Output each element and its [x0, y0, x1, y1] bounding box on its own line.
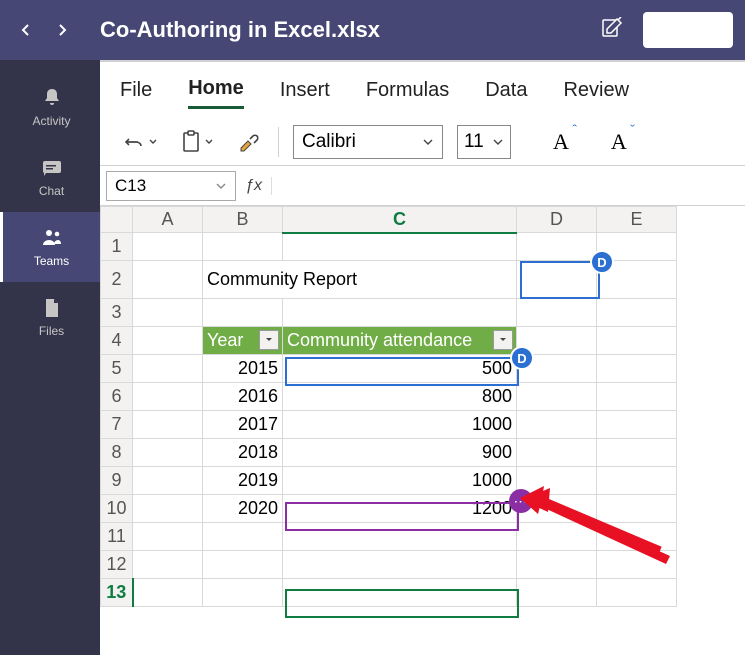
row-header[interactable]: 2 [101, 261, 133, 299]
tab-insert[interactable]: Insert [280, 73, 330, 108]
undo-button[interactable] [120, 127, 162, 157]
cell[interactable]: 1200 [283, 495, 517, 523]
col-header-d[interactable]: D [517, 207, 597, 233]
cell[interactable]: 2018 [203, 439, 283, 467]
row-header[interactable]: 11 [101, 523, 133, 551]
rail-files[interactable]: Files [0, 282, 100, 352]
tab-file[interactable]: File [120, 73, 152, 108]
excel-workspace: File Home Insert Formulas Data Review Ca… [100, 60, 745, 655]
presence-badge[interactable]: D [590, 250, 614, 274]
cell[interactable]: 2017 [203, 411, 283, 439]
tab-review[interactable]: Review [563, 73, 629, 108]
rail-label: Teams [34, 254, 69, 268]
cell[interactable]: 1000 [283, 467, 517, 495]
undo-icon [124, 131, 146, 153]
fx-label: ƒx [242, 177, 272, 195]
divider [278, 127, 279, 157]
col-header-c[interactable]: C [283, 207, 517, 233]
col-header-e[interactable]: E [597, 207, 677, 233]
chevron-down-icon [422, 136, 434, 148]
presence-badge[interactable]: D [510, 346, 534, 370]
chevron-down-icon [148, 137, 158, 147]
row-header[interactable]: 5 [101, 355, 133, 383]
row-header[interactable]: 1 [101, 233, 133, 261]
cell[interactable]: 2019 [203, 467, 283, 495]
file-name: Co-Authoring in Excel.xlsx [100, 17, 601, 43]
paste-button[interactable] [176, 126, 218, 158]
nav-forward-button[interactable] [48, 16, 76, 44]
header-text: Community attendance [287, 330, 472, 350]
row-header[interactable]: 13 [101, 579, 133, 607]
cell[interactable]: 800 [283, 383, 517, 411]
cell[interactable]: 500 [283, 355, 517, 383]
table-header-attendance[interactable]: Community attendance [283, 327, 517, 355]
rail-label: Activity [32, 114, 70, 128]
row-header[interactable]: 10 [101, 495, 133, 523]
row-header[interactable]: 9 [101, 467, 133, 495]
chevron-down-icon [204, 137, 214, 147]
files-icon [40, 296, 64, 320]
bell-icon [40, 86, 64, 110]
font-size-select[interactable]: 11 [457, 125, 511, 159]
chevron-down-icon [492, 136, 504, 148]
filter-arrow-icon [498, 335, 508, 345]
chevron-down-icon [215, 180, 227, 192]
header-text: Year [207, 330, 243, 350]
filter-button[interactable] [493, 330, 513, 350]
decrease-font-size-button[interactable]: A [611, 129, 627, 155]
filter-button[interactable] [259, 330, 279, 350]
ribbon-tabs: File Home Insert Formulas Data Review [100, 62, 745, 118]
name-box[interactable]: C13 [106, 171, 236, 201]
cell[interactable]: 1000 [283, 411, 517, 439]
font-name-value: Calibri [302, 131, 356, 153]
table-header-year[interactable]: Year [203, 327, 283, 355]
chat-icon [40, 156, 64, 180]
nav-back-button[interactable] [12, 16, 40, 44]
row-header[interactable]: 4 [101, 327, 133, 355]
rail-teams[interactable]: Teams [0, 212, 100, 282]
font-size-value: 11 [464, 131, 484, 153]
name-box-value: C13 [115, 176, 146, 196]
cell[interactable]: 900 [283, 439, 517, 467]
report-title-cell[interactable]: Community Report [203, 261, 517, 299]
teams-icon [40, 226, 64, 250]
rail-label: Files [39, 324, 64, 338]
paintbrush-icon [236, 130, 260, 154]
format-painter-button[interactable] [232, 126, 264, 158]
tab-formulas[interactable]: Formulas [366, 73, 449, 108]
row-header[interactable]: 8 [101, 439, 133, 467]
select-all-corner[interactable] [101, 207, 133, 233]
chevron-right-icon [55, 23, 69, 37]
row-header[interactable]: 12 [101, 551, 133, 579]
font-name-select[interactable]: Calibri [293, 125, 443, 159]
row-header[interactable]: 6 [101, 383, 133, 411]
increase-font-size-button[interactable]: A [553, 129, 569, 155]
row-header[interactable]: 3 [101, 299, 133, 327]
comment-indicator[interactable]: ⋯ [509, 489, 533, 513]
rail-label: Chat [39, 184, 64, 198]
row-header[interactable]: 7 [101, 411, 133, 439]
search-input[interactable] [643, 12, 733, 48]
chevron-left-icon [19, 23, 33, 37]
filter-arrow-icon [264, 335, 274, 345]
formula-bar-row: C13 ƒx [100, 166, 745, 206]
formula-bar[interactable] [278, 171, 745, 201]
clipboard-icon [180, 130, 202, 154]
tab-data[interactable]: Data [485, 73, 527, 108]
edit-button[interactable] [601, 17, 623, 44]
col-header-a[interactable]: A [133, 207, 203, 233]
tab-home[interactable]: Home [188, 71, 244, 109]
title-bar: Co-Authoring in Excel.xlsx [0, 0, 745, 60]
ribbon-tools: Calibri 11 A A [100, 118, 745, 166]
side-rail: Activity Chat Teams Files [0, 60, 100, 655]
cell[interactable]: 2015 [203, 355, 283, 383]
rail-activity[interactable]: Activity [0, 72, 100, 142]
edit-icon [601, 17, 623, 39]
rail-chat[interactable]: Chat [0, 142, 100, 212]
cell[interactable]: 2020 [203, 495, 283, 523]
cell[interactable]: 2016 [203, 383, 283, 411]
spreadsheet-grid[interactable]: A B C D E 1 2 Community Report 3 4 Year C… [100, 206, 745, 655]
col-header-b[interactable]: B [203, 207, 283, 233]
